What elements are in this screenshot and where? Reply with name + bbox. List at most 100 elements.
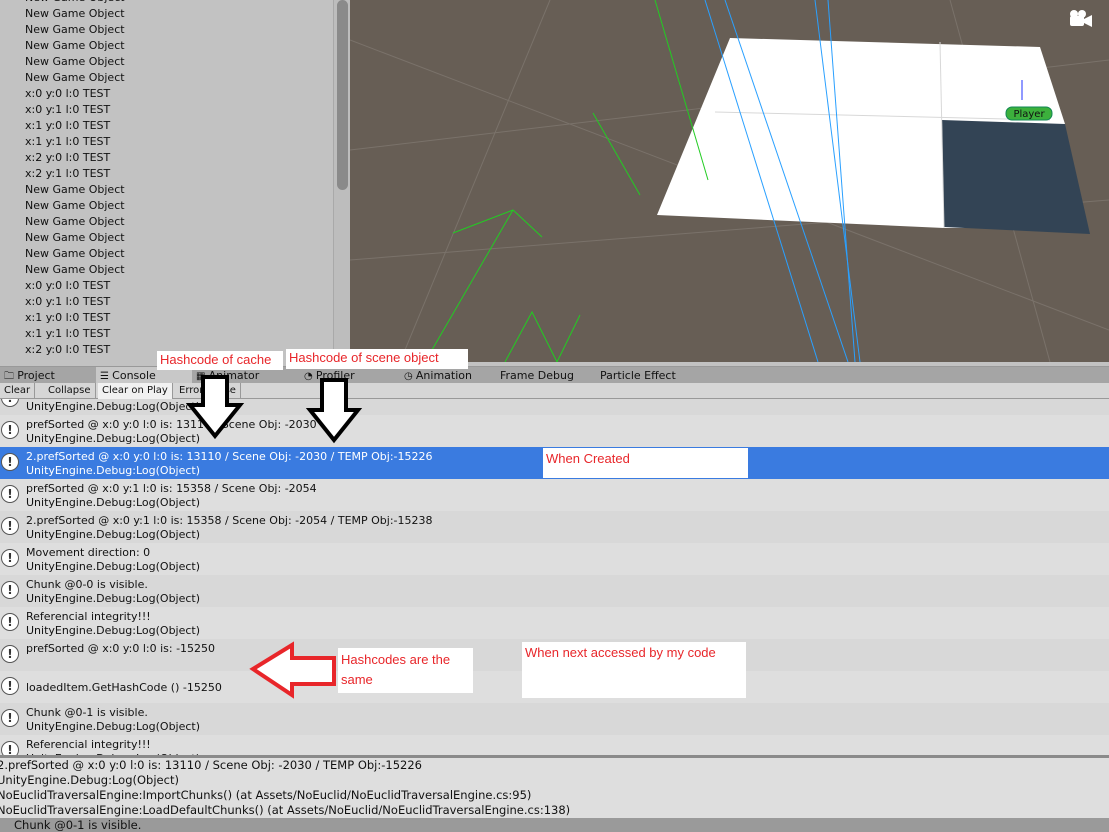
log-message: Movement direction: 0 [26, 546, 151, 559]
log-stack: UnityEngine.Debug:Log(Object) [26, 432, 201, 445]
hierarchy-item[interactable]: x:1 y:1 l:0 TEST [25, 134, 110, 150]
tab-label: Animator [208, 369, 260, 382]
tab-label: Console [112, 369, 156, 382]
tab-particle-effect[interactable]: Particle Effect [596, 367, 706, 384]
log-message: prefSorted @ x:0 y:0 l:0 is: -15250 [26, 642, 216, 655]
log-message: loadedItem.GetHashCode () -15250 [26, 681, 222, 694]
hierarchy-item[interactable]: x:1 y:0 l:0 TEST [25, 118, 110, 134]
log-message: 2.prefSorted @ x:0 y:1 l:0 is: 15358 / S… [26, 514, 433, 527]
detail-line: 2.prefSorted @ x:0 y:0 l:0 is: 13110 / S… [0, 758, 422, 772]
info-icon: ! [1, 517, 19, 535]
tab-label: Animation [415, 369, 472, 382]
hierarchy-item[interactable]: New Game Object [25, 198, 125, 214]
log-stack: UnityEngine.Debug:Log(Object) [26, 496, 201, 509]
hierarchy-item[interactable]: x:0 y:1 l:0 TEST [25, 294, 110, 310]
tab-label: Particle Effect [600, 369, 676, 382]
hierarchy-scrollbar[interactable] [333, 0, 350, 362]
log-message: 2.prefSorted @ x:0 y:0 l:0 is: 13110 / S… [26, 450, 433, 463]
log-entry[interactable]: ! Chunk @0-0 is visible. UnityEngine.Debug… [0, 575, 1109, 607]
hierarchy-item[interactable]: New Game Object [25, 70, 125, 86]
hierarchy-item[interactable]: x:2 y:1 l:0 TEST [25, 166, 110, 182]
camera-icon[interactable] [1070, 10, 1092, 27]
hierarchy-item[interactable]: x:2 y:0 l:0 TEST [25, 342, 110, 358]
tab-frame-debug[interactable]: Frame Debug [496, 367, 596, 384]
clear-on-play-button[interactable]: Clear on Play [98, 383, 173, 399]
info-icon: ! [1, 549, 19, 567]
info-icon: ! [1, 645, 19, 663]
hierarchy-item[interactable]: New Game Object [25, 246, 125, 262]
log-entry[interactable]: ! prefSorted @ x:0 y:1 l:0 is: 15358 / Sc… [0, 479, 1109, 511]
hierarchy-item[interactable]: x:0 y:0 l:0 TEST [25, 86, 110, 102]
log-stack: UnityEngine.Debug:Log(Object) [26, 528, 201, 541]
log-stack: UnityEngine.Debug:Log(Object) [26, 592, 201, 605]
animator-icon: ▦ [196, 371, 209, 382]
log-entry[interactable]: ! 2.prefSorted @ x:0 y:1 l:0 is: 15358 / … [0, 511, 1109, 543]
log-message: prefSorted @ x:0 y:0 l:0 is: 13110 / Sce… [26, 418, 317, 431]
info-icon: ! [1, 677, 19, 695]
detail-line: UnityEngine.Debug:Log(Object) [0, 773, 179, 787]
hierarchy-item[interactable]: x:0 y:1 l:0 TEST [25, 102, 110, 118]
annotation-hashcode-scene-object: Hashcode of scene object [286, 349, 468, 369]
log-entry[interactable]: ! Referencial integrity!!!UnityEngine.Deb… [0, 607, 1109, 639]
log-entry[interactable]: ! Movement direction: 0 UnityEngine.Debug:… [0, 543, 1109, 575]
hierarchy-item[interactable]: New Game Object [25, 22, 125, 38]
log-entry[interactable]: ! UnityEngine.Debug:Log(Object) [0, 399, 1109, 415]
log-message: Chunk @0-0 is visible. [26, 578, 148, 591]
scene-canvas: Player [350, 0, 1109, 362]
scene-view[interactable]: Player [350, 0, 1109, 362]
log-message: Referencial integrity!!! [26, 610, 151, 623]
tab-label: Profiler [315, 369, 355, 382]
detail-line: NoEuclidTraversalEngine:LoadDefaultChunk… [0, 803, 571, 817]
profiler-icon: ◔ [304, 371, 316, 382]
annotation-hashcode-cache: Hashcode of cache [157, 351, 283, 370]
annotation-when-created: When Created [543, 448, 748, 478]
clock-icon: ◷ [404, 371, 416, 382]
tab-profiler[interactable]: ◔ Profiler [300, 367, 400, 384]
log-message: Chunk @0-1 is visible. [26, 706, 148, 719]
tab-label: Frame Debug [500, 369, 574, 382]
hierarchy-item[interactable]: x:2 y:0 l:0 TEST [25, 150, 110, 166]
folder-icon: 🗀 [4, 371, 18, 382]
hierarchy-item[interactable]: New Game Object [25, 214, 125, 230]
annotation-when-next-accessed: When next accessed by my code [522, 642, 746, 698]
info-icon: ! [1, 741, 19, 755]
hierarchy-panel: New Game Object New Game Object New Game O… [0, 0, 333, 362]
annotation-hashcodes-same: Hashcodes are the same [338, 648, 473, 693]
log-stack: UnityEngine.Debug:Log(Object) [26, 720, 201, 733]
hierarchy-item[interactable]: New Game Object [25, 262, 125, 278]
tab-project[interactable]: 🗀 Project [0, 367, 96, 384]
scrollbar-thumb[interactable] [337, 0, 348, 190]
hierarchy-item[interactable]: x:1 y:1 l:0 TEST [25, 326, 110, 342]
console-icon: ☰ [100, 371, 113, 382]
collapse-button[interactable]: Collapse [44, 383, 96, 399]
info-icon: ! [1, 485, 19, 503]
hierarchy-item[interactable]: New Game Object [25, 38, 125, 54]
status-message: Chunk @0-1 is visible. [14, 818, 142, 832]
log-message: Referencial integrity!!! [26, 738, 151, 751]
log-stack: UnityEngine.Debug:Log(Object) [26, 624, 201, 637]
log-stack: UnityEngine.Debug:Log(Object) [26, 560, 201, 573]
info-icon: ! [1, 709, 19, 727]
error-pause-button[interactable]: Error Pause [175, 383, 241, 399]
player-label: Player [1013, 109, 1045, 120]
log-entry[interactable]: ! Chunk @0-1 is visible. UnityEngine.Debug… [0, 703, 1109, 735]
hierarchy-item[interactable]: New Game Object [25, 230, 125, 246]
info-icon: ! [1, 399, 19, 407]
hierarchy-item[interactable]: x:1 y:0 l:0 TEST [25, 310, 110, 326]
info-icon: ! [1, 581, 19, 599]
log-entry[interactable]: ! prefSorted @ x:0 y:0 l:0 is: 13110 / Sc… [0, 415, 1109, 447]
hierarchy-item[interactable]: New Game Object [25, 182, 125, 198]
clear-button[interactable]: Clear [0, 383, 36, 399]
status-bar: Chunk @0-1 is visible. [0, 818, 1109, 832]
floor-tile-dark [942, 120, 1090, 234]
tab-animation[interactable]: ◷ Animation [400, 367, 496, 384]
log-stack: UnityEngine.Debug:Log(Object) [26, 464, 201, 477]
info-icon: ! [1, 453, 19, 471]
hierarchy-item[interactable]: New Game Object [25, 54, 125, 70]
hierarchy-item[interactable]: New Game Object [25, 6, 125, 22]
log-entry[interactable]: !Referencial integrity!!!UnityEngine.Deb… [0, 735, 1109, 755]
tab-label: Project [17, 369, 55, 382]
hierarchy-item[interactable]: x:0 y:0 l:0 TEST [25, 278, 110, 294]
info-icon: ! [1, 613, 19, 631]
log-stack: UnityEngine.Debug:Log(Object) [26, 400, 201, 413]
